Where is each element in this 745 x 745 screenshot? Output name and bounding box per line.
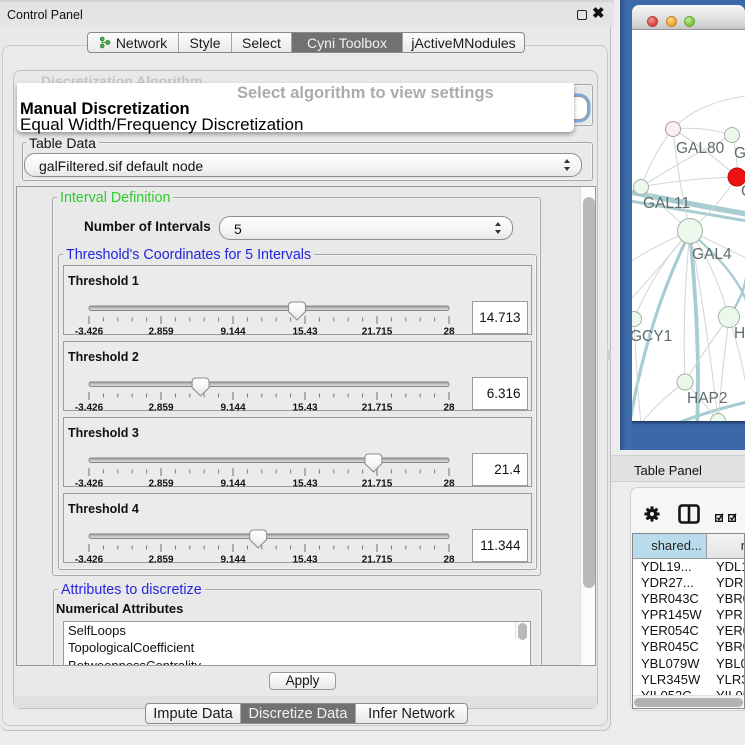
svg-text:2.859: 2.859 (148, 327, 173, 337)
svg-text:21.715: 21.715 (362, 403, 393, 413)
svg-text:GAL11: GAL11 (643, 195, 690, 212)
svg-text:9.144: 9.144 (220, 327, 245, 337)
svg-text:28: 28 (443, 479, 455, 489)
svg-text:2.859: 2.859 (148, 403, 173, 413)
svg-text:15.43: 15.43 (292, 479, 317, 489)
svg-text:21.715: 21.715 (362, 327, 393, 337)
svg-text:28: 28 (443, 403, 455, 413)
svg-text:GAL4: GAL4 (692, 246, 732, 263)
svg-text:15.43: 15.43 (292, 403, 317, 413)
svg-text:-3.426: -3.426 (75, 403, 104, 413)
svg-text:HAP2: HAP2 (687, 390, 728, 407)
svg-text:9.144: 9.144 (220, 479, 245, 489)
svg-text:GAL: GAL (734, 145, 745, 162)
svg-text:H: H (734, 325, 745, 342)
svg-text:-3.426: -3.426 (75, 327, 104, 337)
svg-text:GCY1: GCY1 (632, 328, 672, 345)
svg-text:21.715: 21.715 (362, 479, 393, 489)
svg-text:15.43: 15.43 (292, 555, 317, 565)
svg-text:9.144: 9.144 (220, 555, 245, 565)
svg-text:2.859: 2.859 (148, 555, 173, 565)
svg-text:15.43: 15.43 (292, 327, 317, 337)
svg-text:GAL80: GAL80 (676, 140, 725, 157)
svg-text:21.715: 21.715 (362, 555, 393, 565)
svg-text:28: 28 (443, 555, 455, 565)
svg-text:2.859: 2.859 (148, 479, 173, 489)
svg-text:9.144: 9.144 (220, 403, 245, 413)
svg-text:28: 28 (443, 327, 455, 337)
svg-text:-3.426: -3.426 (75, 555, 104, 565)
svg-text:C: C (741, 183, 745, 200)
svg-text:-3.426: -3.426 (75, 479, 104, 489)
